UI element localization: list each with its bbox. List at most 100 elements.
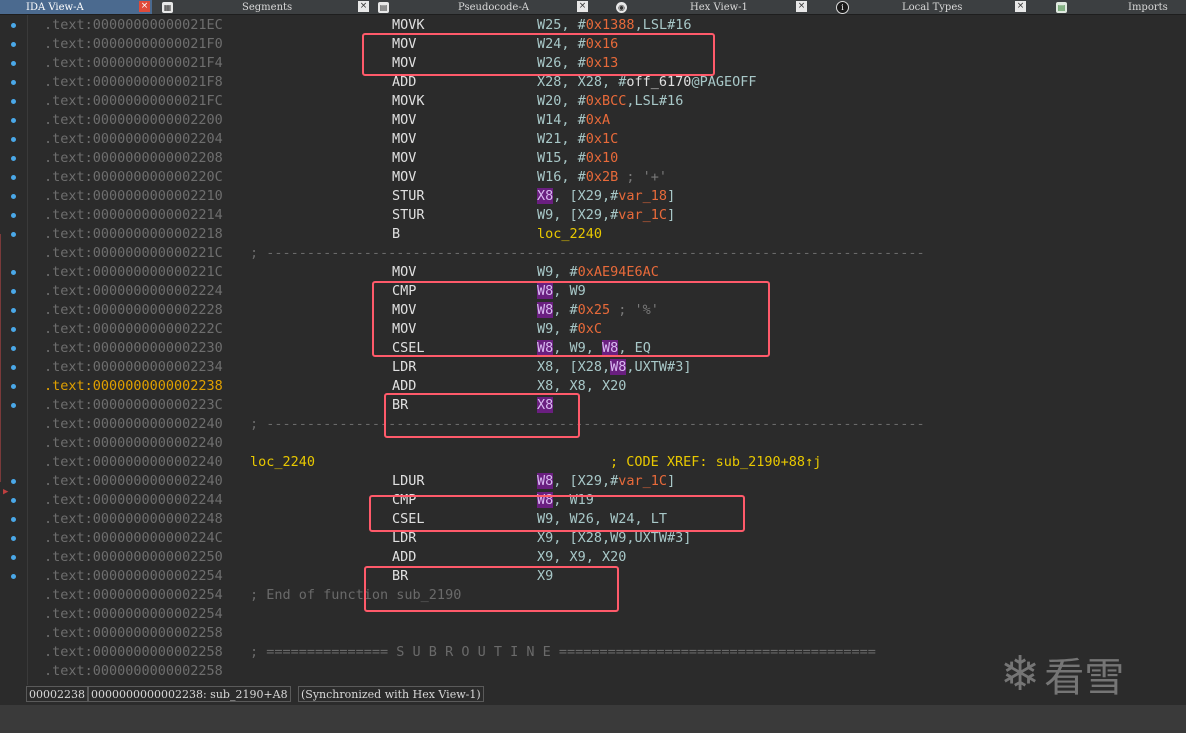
tab-hex-view-1[interactable]: ◉ Hex View-1	[610, 0, 810, 14]
operands: W8, [X29,#var_1C]	[537, 472, 675, 491]
code-line[interactable]: .text:0000000000002240	[28, 434, 1186, 453]
separator-comment: ; --------------------------------------…	[250, 245, 925, 261]
operand-token: 0xBCC	[585, 93, 627, 109]
operand-token: 0x1C	[585, 131, 619, 147]
breakpoint-dot[interactable]	[11, 365, 16, 370]
code-line[interactable]: .text:0000000000002240 LDUR W8, [X29,#var_…	[28, 472, 1186, 491]
breakpoint-dot[interactable]	[11, 327, 16, 332]
code-line[interactable]: .text:0000000000002218 Bloc_2240	[28, 225, 1186, 244]
operand-token: 0x2B	[585, 169, 619, 185]
code-line[interactable]: .text:0000000000002214 STUR W9, [X29,#var_…	[28, 206, 1186, 225]
operand-token: W25, #	[537, 17, 586, 33]
code-line[interactable]: .text:0000000000002210 STUR X8, [X29,#var_…	[28, 187, 1186, 206]
code-line[interactable]: .text:0000000000002250 ADD X9, X9, X20	[28, 548, 1186, 567]
breakpoint-dot[interactable]	[11, 536, 16, 541]
breakpoint-dot[interactable]	[11, 270, 16, 275]
tab-label: Imports	[1128, 1, 1168, 13]
code-line[interactable]: .text:0000000000002204 MOV W21, #0x1C	[28, 130, 1186, 149]
mnemonic: MOVK	[392, 93, 425, 109]
code-line[interactable]: .text:0000000000002240 ; ----------------…	[28, 415, 1186, 434]
breakpoint-dot[interactable]	[11, 175, 16, 180]
breakpoint-dot[interactable]	[11, 61, 16, 66]
tab-imports[interactable]: ▤ Imports	[1050, 0, 1186, 14]
operand-token[interactable]: var_18	[618, 188, 667, 204]
line-address: .text:0000000000002214	[44, 207, 223, 223]
operand-token: 0x1388	[585, 17, 635, 33]
tab-ida-view-a[interactable]: IDA View-A	[0, 0, 152, 14]
breakpoint-dot[interactable]	[11, 289, 16, 294]
breakpoint-dot[interactable]	[11, 137, 16, 142]
breakpoint-gutter[interactable]: ▶	[0, 15, 28, 685]
mnemonic: MOV	[392, 131, 417, 147]
breakpoint-dot[interactable]	[11, 42, 16, 47]
operand-token: W15, #	[537, 150, 586, 166]
tab-label: Pseudocode-A	[458, 1, 529, 13]
operand-token[interactable]: var_1C	[618, 207, 667, 223]
operand-token: W9, #	[537, 264, 578, 280]
code-line[interactable]: .text:000000000000223C BR X8	[28, 396, 1186, 415]
code-label[interactable]: loc_2240	[250, 453, 315, 472]
code-line[interactable]: .text:00000000000021FC MOVK W20, #0xBCC,LS…	[28, 92, 1186, 111]
operand-token[interactable]: off_6170	[626, 74, 691, 90]
xref-comment[interactable]: ; CODE XREF: sub_2190+88↑j	[610, 453, 821, 472]
breakpoint-dot[interactable]	[11, 118, 16, 123]
breakpoint-dot[interactable]	[11, 194, 16, 199]
code-line[interactable]: .text:0000000000002238 ADD X8, X8, X20	[28, 377, 1186, 396]
line-address: .text:000000000000224C	[44, 530, 223, 546]
highlight-box	[384, 393, 580, 438]
code-line[interactable]: .text:000000000000221C ; ----------------…	[28, 244, 1186, 263]
breakpoint-dot[interactable]	[11, 574, 16, 579]
breakpoint-dot[interactable]	[11, 156, 16, 161]
operand-token: ]	[667, 207, 676, 223]
operand-token: ; '+'	[618, 169, 668, 185]
line-address: .text:00000000000021EC	[44, 17, 223, 33]
breakpoint-dot[interactable]	[11, 232, 16, 237]
breakpoint-dot[interactable]	[11, 308, 16, 313]
watermark: ❄ 看雪	[1000, 645, 1124, 703]
close-icon[interactable]: ×	[139, 1, 150, 12]
code-line[interactable]: .text:000000000000221C MOV W9, #0xAE94E6AC	[28, 263, 1186, 282]
operand-token: ,LSL#16	[626, 93, 684, 109]
close-icon[interactable]: ×	[358, 1, 369, 12]
tab-segments[interactable]: ▦ Segments	[156, 0, 370, 14]
operands: W9, #0xAE94E6AC	[537, 263, 659, 282]
line-address: .text:0000000000002204	[44, 131, 223, 147]
operand-token[interactable]: loc_2240	[537, 226, 602, 242]
tab-pseudocode-a[interactable]: ▤ Pseudocode-A	[372, 0, 582, 14]
mnemonic: MOV	[392, 264, 417, 280]
breakpoint-dot[interactable]	[11, 80, 16, 85]
tab-bar: IDA View-A × ▦ Segments × ▤ Pseudocode-A…	[0, 0, 1186, 15]
code-line[interactable]: .text:0000000000002234 LDR X8, [X28,W8,UXT…	[28, 358, 1186, 377]
code-line[interactable]: .text:0000000000002258	[28, 624, 1186, 643]
line-address: .text:000000000000220C	[44, 169, 223, 185]
operand-token: , [X29,#	[553, 207, 619, 223]
code-line[interactable]: .text:0000000000002200 MOV W14, #0xA	[28, 111, 1186, 130]
breakpoint-dot[interactable]	[11, 23, 16, 28]
highlight-box	[364, 566, 619, 612]
code-line[interactable]: .text:0000000000002240 loc_2240 ; CODE XRE…	[28, 453, 1186, 472]
breakpoint-dot[interactable]	[11, 403, 16, 408]
operand-token: , [X29,#	[553, 188, 619, 204]
operand-token: W16, #	[537, 169, 586, 185]
close-icon[interactable]: ×	[796, 1, 807, 12]
operand-token: X8, X8, X20	[537, 378, 627, 394]
operand-token: X9, [X28,W9,UXTW#3]	[537, 530, 692, 546]
line-address: .text:000000000000221C	[44, 245, 223, 261]
breakpoint-dot[interactable]	[11, 498, 16, 503]
breakpoint-dot[interactable]	[11, 517, 16, 522]
close-icon[interactable]: ×	[1015, 1, 1026, 12]
operand-token[interactable]: var_1C	[618, 473, 667, 489]
close-icon[interactable]: ×	[577, 1, 588, 12]
breakpoint-dot[interactable]	[11, 99, 16, 104]
code-line[interactable]: .text:000000000000220C MOV W16, #0x2B ; '+…	[28, 168, 1186, 187]
line-address: .text:0000000000002258	[44, 644, 223, 660]
breakpoint-dot[interactable]	[11, 346, 16, 351]
tab-local-types[interactable]: i Local Types	[830, 0, 1026, 14]
code-line[interactable]: .text:0000000000002208 MOV W15, #0x10	[28, 149, 1186, 168]
tab-label: IDA View-A	[26, 1, 84, 13]
breakpoint-dot[interactable]	[11, 479, 16, 484]
line-address: .text:00000000000021F0	[44, 36, 223, 52]
breakpoint-dot[interactable]	[11, 384, 16, 389]
breakpoint-dot[interactable]	[11, 555, 16, 560]
breakpoint-dot[interactable]	[11, 213, 16, 218]
